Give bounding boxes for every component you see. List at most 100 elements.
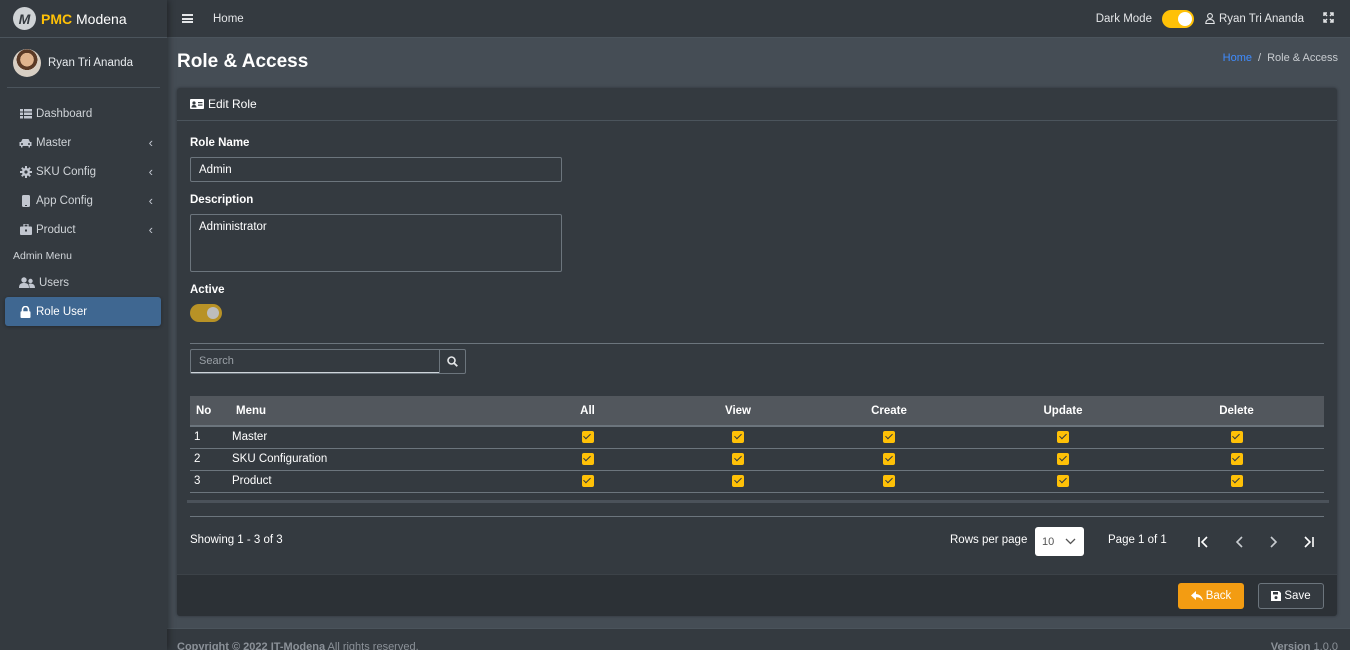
fullscreen-icon[interactable] [1323,11,1334,26]
page-footer: Copyright © 2022 IT-Modena All rights re… [167,628,1350,650]
breadcrumb-current: Role & Access [1267,52,1338,64]
checkbox-all[interactable] [581,474,594,487]
sidebar-item-label: SKU Config [36,165,97,178]
checkbox-delete[interactable] [1230,431,1243,444]
cell-view [675,470,801,493]
gear-icon [19,165,32,178]
sidebar-user-name: Ryan Tri Ananda [48,56,134,69]
brand[interactable]: M PMC Modena [0,0,167,38]
table-row: 2 SKU Configuration [190,448,1324,471]
cell-update [977,448,1149,471]
page-title: Role & Access [177,51,309,72]
save-button[interactable]: Save [1258,583,1324,609]
breadcrumb-separator: / [1258,52,1262,64]
first-page-button[interactable] [1194,532,1214,552]
main-content: Role & Access Home / Role & Access Edit Ro… [167,38,1350,650]
company-link[interactable]: IT-Modena [271,641,325,650]
sidebar-item-label: Dashboard [36,107,93,120]
checkbox-update[interactable] [1057,431,1069,444]
rows-per-page-label: Rows per page [950,534,1028,546]
chevron-left-icon: ‹ [148,222,153,237]
back-button[interactable]: Back [1178,583,1244,609]
cell-create [801,470,977,493]
top-navbar: Home Dark Mode Ryan Tri Ananda [167,0,1350,38]
role-name-input[interactable] [190,157,562,182]
car-icon [19,137,32,149]
chevron-right-icon [1270,536,1278,548]
checkbox-create[interactable] [883,431,895,444]
role-name-label: Role Name [190,137,250,149]
cell-menu: Master [230,426,500,449]
divider [190,343,1324,344]
search-icon [447,356,458,367]
checkbox-update[interactable] [1057,474,1069,487]
hamburger-menu-icon[interactable] [182,14,193,23]
checkbox-delete[interactable] [1230,474,1243,487]
sidebar-item-sku-config[interactable]: SKU Config ‹ [0,157,167,186]
card-title: Edit Role [208,97,257,111]
header-view: View [675,396,801,427]
checkbox-create[interactable] [883,474,895,487]
sidebar-item-role-user[interactable]: Role User [5,297,161,326]
prev-page-button[interactable] [1230,532,1250,552]
header-create: Create [801,396,977,427]
users-icon [19,277,35,289]
sidebar-nav: Dashboard Master ‹ SKU Config ‹ App Conf… [0,99,167,326]
chevron-left-icon: ‹ [148,135,153,150]
checkbox-delete[interactable] [1230,452,1243,465]
sidebar-item-master[interactable]: Master ‹ [0,128,167,157]
cell-create [801,426,977,449]
showing-count: Showing 1 - 3 of 3 [190,534,283,546]
horizontal-scrollbar[interactable] [187,500,1329,503]
sidebar-item-dashboard[interactable]: Dashboard [0,99,167,128]
last-page-button[interactable] [1298,532,1318,552]
cell-all [500,470,675,493]
lock-icon [19,305,32,318]
cell-view [675,426,801,449]
cell-update [977,426,1149,449]
checkbox-view[interactable] [732,452,744,465]
card-header: Edit Role [177,88,1337,121]
sidebar-item-users[interactable]: Users [0,268,167,297]
search-box [190,349,466,374]
phone-icon [19,194,32,207]
sidebar-item-label: Role User [36,305,88,318]
active-toggle[interactable] [190,304,222,322]
user-panel[interactable]: Ryan Tri Ananda [7,38,160,88]
chevron-left-icon: ‹ [148,164,153,179]
top-user-menu[interactable]: Ryan Tri Ananda [1205,13,1304,25]
grid-icon [19,108,32,120]
next-page-button[interactable] [1263,532,1283,552]
top-home-link[interactable]: Home [213,13,244,25]
header-menu: Menu [230,396,500,427]
cell-view [675,448,801,471]
description-textarea[interactable]: Administrator [190,214,562,272]
version-label: Version [1270,641,1311,650]
checkbox-create[interactable] [883,452,895,465]
dark-mode-toggle[interactable] [1161,9,1194,28]
top-user-name: Ryan Tri Ananda [1218,12,1304,25]
table-row: 1 Master [190,426,1324,449]
search-input[interactable] [191,350,439,373]
cell-delete [1149,448,1324,471]
checkbox-update[interactable] [1057,452,1069,465]
checkbox-all[interactable] [581,452,594,465]
breadcrumb: Home / Role & Access [1223,52,1338,64]
sidebar-item-product[interactable]: Product ‹ [0,215,167,244]
header-all: All [500,396,675,427]
chevron-left-icon: ‹ [148,193,153,208]
breadcrumb-home-link[interactable]: Home [1223,52,1252,64]
cell-delete [1149,426,1324,449]
checkbox-all[interactable] [581,431,594,444]
search-button[interactable] [439,350,465,373]
rights-text: All rights reserved. [327,641,419,650]
save-button-label: Save [1284,590,1311,602]
page-info: Page 1 of 1 [1108,534,1167,546]
dark-mode-label: Dark Mode [1095,12,1152,25]
checkbox-view[interactable] [732,474,744,487]
checkbox-view[interactable] [732,431,744,444]
card-footer: Back Save [177,574,1337,616]
sidebar-item-app-config[interactable]: App Config ‹ [0,186,167,215]
header-no: No [190,396,230,427]
rows-per-page-select[interactable]: 10 [1035,527,1084,556]
